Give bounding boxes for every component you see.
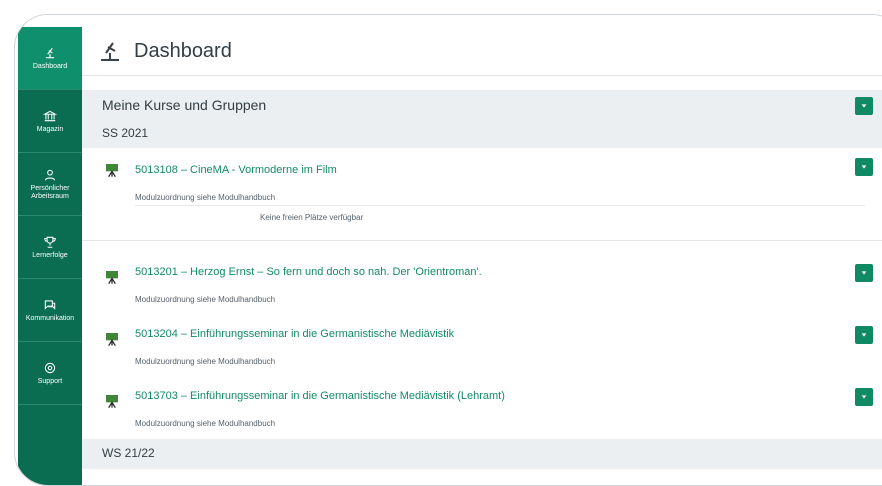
sidebar: Dashboard Magazin Persönlicher Arbeitsra… xyxy=(18,27,82,485)
main-content: Dashboard Meine Kurse und Gruppen SS 202… xyxy=(82,27,882,485)
course-note: Modulzuordnung siehe Modulhandbuch xyxy=(135,419,276,428)
course-title-link[interactable]: 5013108 – CineMA - Vormoderne im Film xyxy=(135,164,337,176)
sidebar-item-magazin[interactable]: Magazin xyxy=(18,90,82,153)
chevron-down-icon xyxy=(861,104,867,108)
browser-frame: Dashboard Magazin Persönlicher Arbeitsra… xyxy=(14,14,882,486)
course-card: 5013201 – Herzog Ernst – So fern und doc… xyxy=(82,253,882,316)
sidebar-item-label: Support xyxy=(37,377,63,385)
course-note: Modulzuordnung siehe Modulhandbuch xyxy=(135,357,276,366)
courses-section-header: Meine Kurse und Gruppen SS 2021 xyxy=(82,90,882,148)
course-board-icon xyxy=(106,164,118,178)
page-header: Dashboard xyxy=(82,27,882,76)
sidebar-item-label: Kommunikation xyxy=(25,314,75,322)
course-dropdown-button[interactable] xyxy=(855,158,873,176)
course-board-icon xyxy=(106,271,118,285)
course-board-icon xyxy=(106,333,118,347)
course-board-icon xyxy=(106,395,118,409)
course-note: Modulzuordnung siehe Modulhandbuch xyxy=(135,295,276,304)
sidebar-item-label: Dashboard xyxy=(32,62,68,70)
course-title-link[interactable]: 5013204 – Einführungsseminar in die Germ… xyxy=(135,328,454,340)
course-dropdown-button[interactable] xyxy=(855,264,873,282)
sidebar-item-label: Magazin xyxy=(36,125,64,133)
course-note: Modulzuordnung siehe Modulhandbuch xyxy=(135,193,276,202)
lamp-icon xyxy=(45,47,55,58)
section-dropdown-button[interactable] xyxy=(855,97,873,115)
course-title-link[interactable]: 5013703 – Einführungsseminar in die Germ… xyxy=(135,390,505,402)
trophy-icon xyxy=(44,236,56,248)
course-card: 5013108 – CineMA - Vormoderne im Film Mo… xyxy=(82,148,882,241)
chevron-down-icon xyxy=(861,271,867,275)
course-card: 5013204 – Einführungsseminar in die Germ… xyxy=(82,315,882,378)
sidebar-item-arbeitsraum[interactable]: Persönlicher Arbeitsraum xyxy=(18,153,82,216)
semester-label: WS 21/22 xyxy=(102,446,155,460)
chevron-down-icon xyxy=(861,165,867,169)
divider xyxy=(135,205,865,206)
person-icon xyxy=(44,169,56,181)
sidebar-item-support[interactable]: Support xyxy=(18,342,82,405)
support-icon xyxy=(44,362,56,373)
sidebar-item-kommunikation[interactable]: Kommunikation xyxy=(18,279,82,342)
course-card: 5013703 – Einführungsseminar in die Germ… xyxy=(82,377,882,440)
course-dropdown-button[interactable] xyxy=(855,388,873,406)
chat-icon xyxy=(44,299,56,310)
page-title: Dashboard xyxy=(134,39,232,62)
chevron-down-icon xyxy=(861,333,867,337)
section-title: Meine Kurse und Gruppen xyxy=(102,97,267,113)
sidebar-item-label: Lernerfolge xyxy=(32,251,68,259)
next-semester-header: WS 21/22 xyxy=(82,439,882,469)
top-bar xyxy=(15,15,882,27)
semester-label: SS 2021 xyxy=(102,126,149,140)
course-title-link[interactable]: 5013201 – Herzog Ernst – So fern und doc… xyxy=(135,266,482,278)
course-dropdown-button[interactable] xyxy=(855,326,873,344)
sidebar-item-dashboard[interactable]: Dashboard xyxy=(18,27,82,90)
lamp-icon xyxy=(101,42,119,61)
sidebar-item-lernerfolge[interactable]: Lernerfolge xyxy=(18,216,82,279)
sidebar-item-label: Persönlicher Arbeitsraum xyxy=(30,184,70,200)
library-icon xyxy=(43,110,57,121)
chevron-down-icon xyxy=(861,395,867,399)
course-availability: Keine freien Plätze verfügbar xyxy=(260,213,364,222)
